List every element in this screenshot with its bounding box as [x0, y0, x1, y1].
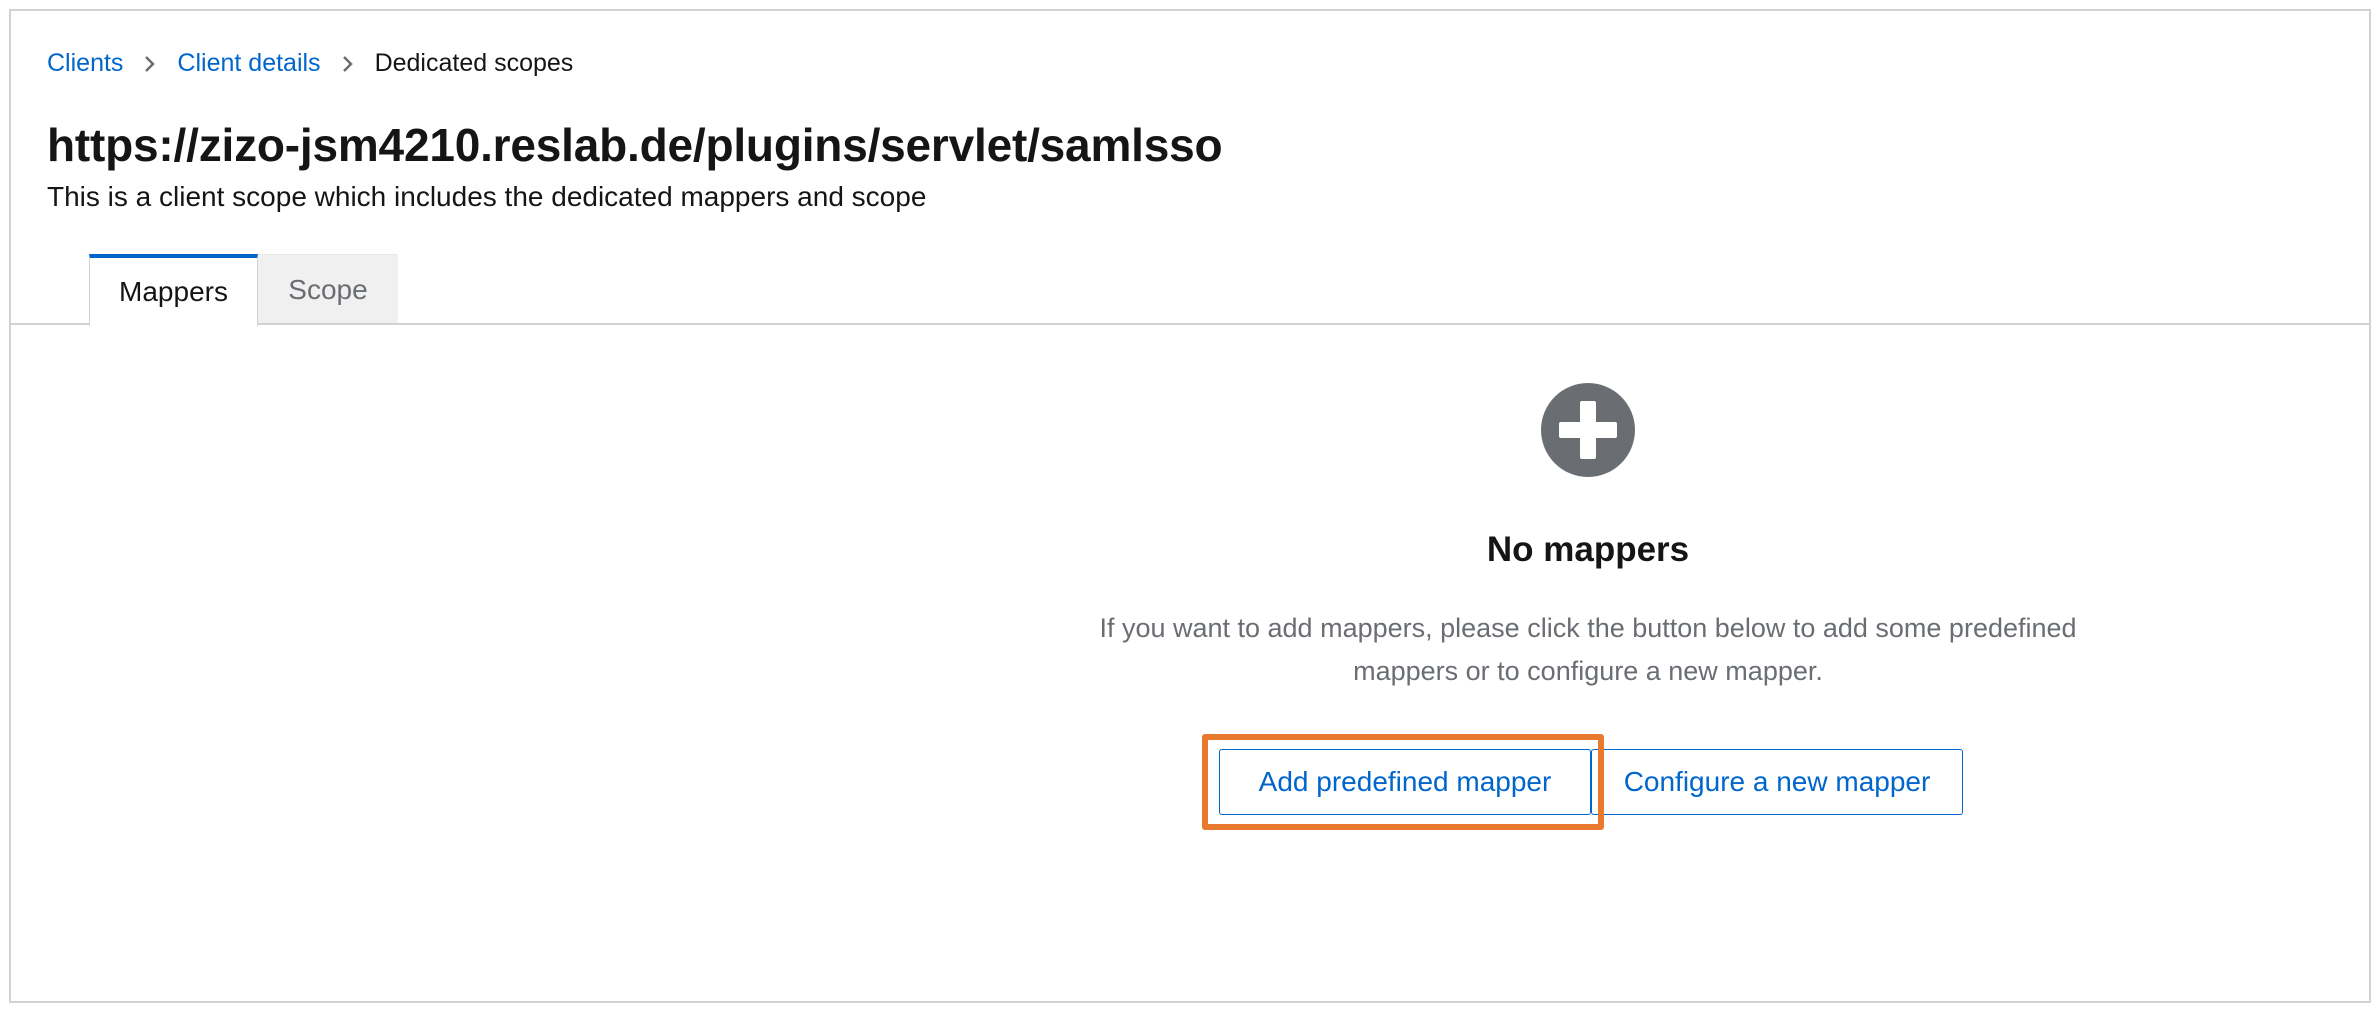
page-description: This is a client scope which includes th… — [47, 181, 927, 212]
breadcrumb-client-details-link[interactable]: Client details — [177, 45, 320, 81]
plus-circle-icon — [1541, 383, 1635, 477]
configure-new-mapper-button[interactable]: Configure a new mapper — [1591, 749, 1963, 815]
breadcrumb-clients-link[interactable]: Clients — [47, 45, 123, 81]
tabs-divider — [11, 323, 2369, 325]
tab-mappers[interactable]: Mappers — [89, 254, 258, 326]
page-title: https://zizo-jsm4210.reslab.de/plugins/s… — [47, 119, 1223, 171]
breadcrumb-current: Dedicated scopes — [374, 49, 574, 77]
empty-state-body: If you want to add mappers, please click… — [1099, 613, 2077, 686]
empty-state-title: No mappers — [1486, 530, 1690, 569]
tab-scope[interactable]: Scope — [258, 254, 398, 325]
breadcrumb: Clients Client details Dedicated scopes — [47, 45, 573, 81]
chevron-right-icon — [123, 45, 177, 81]
page-frame: Clients Client details Dedicated scopes … — [9, 9, 2371, 1003]
add-predefined-mapper-button[interactable]: Add predefined mapper — [1219, 749, 1591, 815]
chevron-right-icon — [321, 45, 375, 81]
